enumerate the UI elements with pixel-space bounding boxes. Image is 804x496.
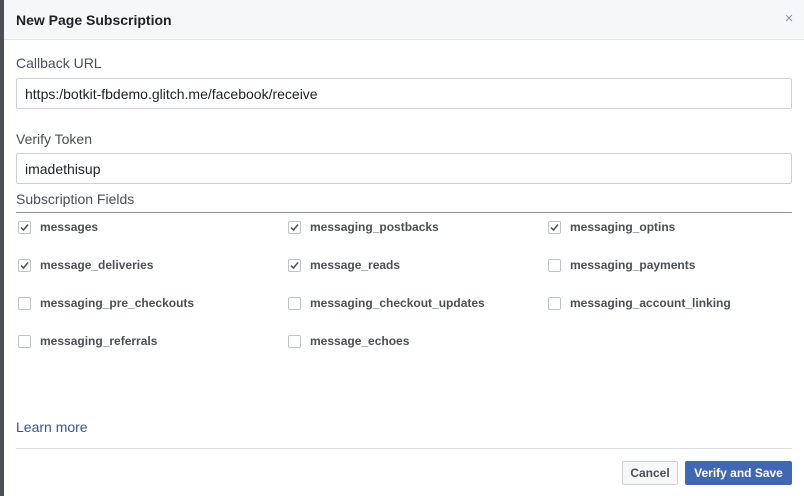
verify-token-input[interactable] [16,153,792,184]
checkbox-box[interactable] [18,334,31,348]
checkbox-message-echoes[interactable]: message_echoes [288,333,409,349]
checkbox-box[interactable] [18,296,31,310]
checkbox-label: messaging_optins [570,220,676,234]
checkbox-box[interactable] [18,220,31,234]
checkmark-icon [550,223,559,231]
callback-url-label: Callback URL [16,55,102,71]
checkbox-box[interactable] [288,220,301,234]
checkbox-messaging-optins[interactable]: messaging_optins [548,219,675,235]
checkbox-box[interactable] [18,258,31,272]
checkbox-label: message_reads [310,258,401,272]
checkbox-box[interactable] [288,334,301,348]
dialog-title: New Page Subscription [16,12,172,28]
callback-url-input[interactable] [16,78,792,109]
checkbox-label: messaging_checkout_updates [310,296,485,310]
checkbox-label: message_echoes [310,334,410,348]
verify-and-save-button[interactable]: Verify and Save [685,461,792,485]
new-page-subscription-dialog: New Page Subscription × Callback URL Ver… [4,0,804,496]
subscription-fields-divider [16,212,792,213]
checkbox-messages[interactable]: messages [18,219,98,235]
checkbox-label: message_deliveries [40,258,154,272]
checkmark-icon [20,223,29,231]
checkbox-messaging-account-linking[interactable]: messaging_account_linking [548,295,731,311]
checkbox-box[interactable] [548,220,561,234]
checkmark-icon [20,261,29,269]
checkbox-box[interactable] [288,258,301,272]
checkmark-icon [290,223,299,231]
checkbox-messaging-checkout-updates[interactable]: messaging_checkout_updates [288,295,485,311]
checkbox-messaging-payments[interactable]: messaging_payments [548,257,695,273]
checkbox-box[interactable] [548,296,561,310]
checkbox-label: messaging_postbacks [310,220,439,234]
dialog-header: New Page Subscription × [4,0,804,40]
checkbox-message-deliveries[interactable]: message_deliveries [18,257,153,273]
close-icon[interactable]: × [782,10,796,28]
checkmark-icon [290,261,299,269]
checkbox-messaging-pre-checkouts[interactable]: messaging_pre_checkouts [18,295,194,311]
checkbox-label: messages [40,220,99,234]
footer-divider [16,448,792,449]
verify-token-label: Verify Token [16,131,93,147]
subscription-fields-heading: Subscription Fields [16,191,135,207]
checkbox-messaging-referrals[interactable]: messaging_referrals [18,333,157,349]
checkbox-box[interactable] [288,296,301,310]
cancel-button[interactable]: Cancel [622,461,678,485]
checkbox-label: messaging_payments [570,258,696,272]
checkbox-messaging-postbacks[interactable]: messaging_postbacks [288,219,439,235]
checkbox-box[interactable] [548,258,561,272]
checkbox-label: messaging_referrals [40,334,158,348]
checkbox-message-reads[interactable]: message_reads [288,257,400,273]
checkbox-label: messaging_account_linking [570,296,731,310]
learn-more-link[interactable]: Learn more [16,419,88,435]
checkbox-label: messaging_pre_checkouts [40,296,195,310]
